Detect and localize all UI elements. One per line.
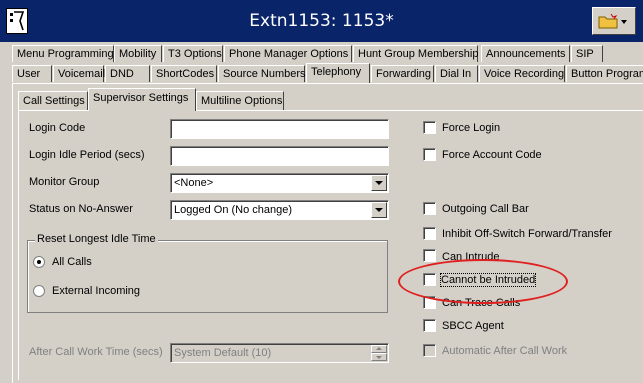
tab-label: Hunt Group Membership — [358, 48, 479, 60]
status-no-answer-select[interactable]: Logged On (No change) — [170, 200, 389, 220]
sbcc-agent-label: SBCC Agent — [442, 320, 504, 332]
tab-label: Telephony — [311, 66, 362, 78]
subtab-label: Multiline Options — [201, 95, 283, 107]
monitor-group-label: Monitor Group — [29, 176, 100, 188]
tab-label: Announcements — [486, 48, 566, 60]
login-idle-label: Login Idle Period (secs) — [29, 149, 145, 161]
subtab-call-settings[interactable]: Call Settings — [18, 91, 88, 111]
tab-t3-options[interactable]: T3 Options — [163, 45, 223, 62]
tab-label: Source Numbers — [223, 68, 306, 80]
tab-announcements[interactable]: Announcements — [481, 45, 570, 62]
tab-label: Mobility — [119, 48, 157, 60]
status-no-answer-value: Logged On (No change) — [174, 204, 293, 216]
tab-label: Phone Manager Options — [229, 48, 349, 60]
tab-voice-recording[interactable]: Voice Recording — [479, 65, 565, 82]
status-no-answer-label: Status on No-Answer — [29, 203, 133, 215]
tab-label: User — [17, 68, 41, 80]
tab-dnd[interactable]: DND — [105, 65, 150, 82]
monitor-group-select[interactable]: <None> — [170, 173, 389, 193]
window-title: Extn1153: 1153* — [249, 11, 394, 31]
force-login-label: Force Login — [442, 122, 501, 134]
cannot-be-intruded-label: Cannot be Intruded — [439, 273, 537, 287]
force-login-checkbox[interactable] — [423, 121, 436, 134]
tab-telephony[interactable]: Telephony — [306, 63, 370, 83]
tab-sip[interactable]: SIP — [571, 45, 603, 62]
inhibit-off-switch-label: Inhibit Off-Switch Forward/Transfer — [442, 228, 612, 240]
reset-idle-title: Reset Longest Idle Time — [35, 233, 158, 245]
radio-all-calls[interactable] — [33, 256, 45, 268]
subtab-multiline-options[interactable]: Multiline Options — [196, 91, 284, 111]
tab-label: Voice Recording — [484, 68, 565, 80]
force-account-code-checkbox[interactable] — [423, 148, 436, 161]
tab-button-program[interactable]: Button Program — [566, 65, 643, 82]
tab-phone-manager-options[interactable]: Phone Manager Options — [224, 45, 352, 62]
after-call-work-stepper: System Default (10) — [170, 343, 389, 363]
tab-shortcodes[interactable]: ShortCodes — [151, 65, 217, 82]
radio-all-calls-label: All Calls — [52, 256, 92, 268]
tab-user[interactable]: User — [12, 65, 52, 82]
automatic-after-call-work-label: Automatic After Call Work — [442, 345, 568, 357]
login-code-input[interactable] — [170, 119, 389, 139]
subtab-label: Call Settings — [23, 95, 85, 107]
login-idle-input[interactable] — [170, 146, 389, 166]
tab-menu-programming[interactable]: Menu Programming — [12, 45, 114, 62]
can-trace-calls-label: Can Trace Calls — [442, 297, 521, 309]
tab-source-numbers[interactable]: Source Numbers — [218, 65, 306, 82]
tab-mobility[interactable]: Mobility — [114, 45, 162, 62]
after-call-work-label: After Call Work Time (secs) — [29, 346, 163, 358]
tab-forwarding[interactable]: Forwarding — [371, 65, 434, 82]
tab-label: Dial In — [440, 68, 472, 80]
can-intrude-label: Can Intrude — [442, 251, 500, 263]
monitor-group-value: <None> — [174, 177, 214, 189]
tab-label: T3 Options — [168, 48, 222, 60]
radio-external-incoming[interactable] — [33, 285, 45, 297]
tab-label: Forwarding — [376, 68, 432, 80]
can-intrude-checkbox[interactable] — [423, 249, 436, 262]
login-code-label: Login Code — [29, 122, 86, 134]
reset-idle-group — [27, 240, 388, 313]
automatic-after-call-work-checkbox — [423, 344, 436, 357]
cannot-be-intruded-checkbox[interactable] — [423, 273, 436, 286]
can-trace-calls-checkbox[interactable] — [423, 296, 436, 309]
outgoing-call-bar-label: Outgoing Call Bar — [442, 203, 529, 215]
tab-label: Voicemail — [58, 68, 106, 80]
tab-label: Menu Programming — [17, 48, 114, 60]
tab-label: ShortCodes — [156, 68, 215, 80]
subtab-label: Supervisor Settings — [93, 92, 189, 104]
chevron-down-icon[interactable] — [371, 175, 387, 191]
subtab-supervisor-settings[interactable]: Supervisor Settings — [88, 88, 196, 111]
folder-menu-button[interactable] — [592, 7, 636, 35]
tab-label: Button Program — [571, 68, 643, 80]
inhibit-off-switch-checkbox[interactable] — [423, 227, 436, 240]
outgoing-call-bar-checkbox[interactable] — [423, 202, 436, 215]
spin-buttons-icon — [371, 345, 387, 361]
tab-label: DND — [110, 68, 134, 80]
title-bar: Extn1153: 1153* — [0, 0, 643, 42]
tab-label: SIP — [576, 48, 594, 60]
tab-dial-in[interactable]: Dial In — [435, 65, 478, 82]
radio-external-incoming-label: External Incoming — [52, 285, 141, 297]
chevron-down-icon[interactable] — [371, 202, 387, 218]
sbcc-agent-checkbox[interactable] — [423, 319, 436, 332]
force-account-code-label: Force Account Code — [442, 149, 542, 161]
tab-voicemail[interactable]: Voicemail — [53, 65, 106, 82]
after-call-work-value: System Default (10) — [174, 347, 272, 359]
tab-hunt-group-membership[interactable]: Hunt Group Membership — [353, 45, 478, 62]
